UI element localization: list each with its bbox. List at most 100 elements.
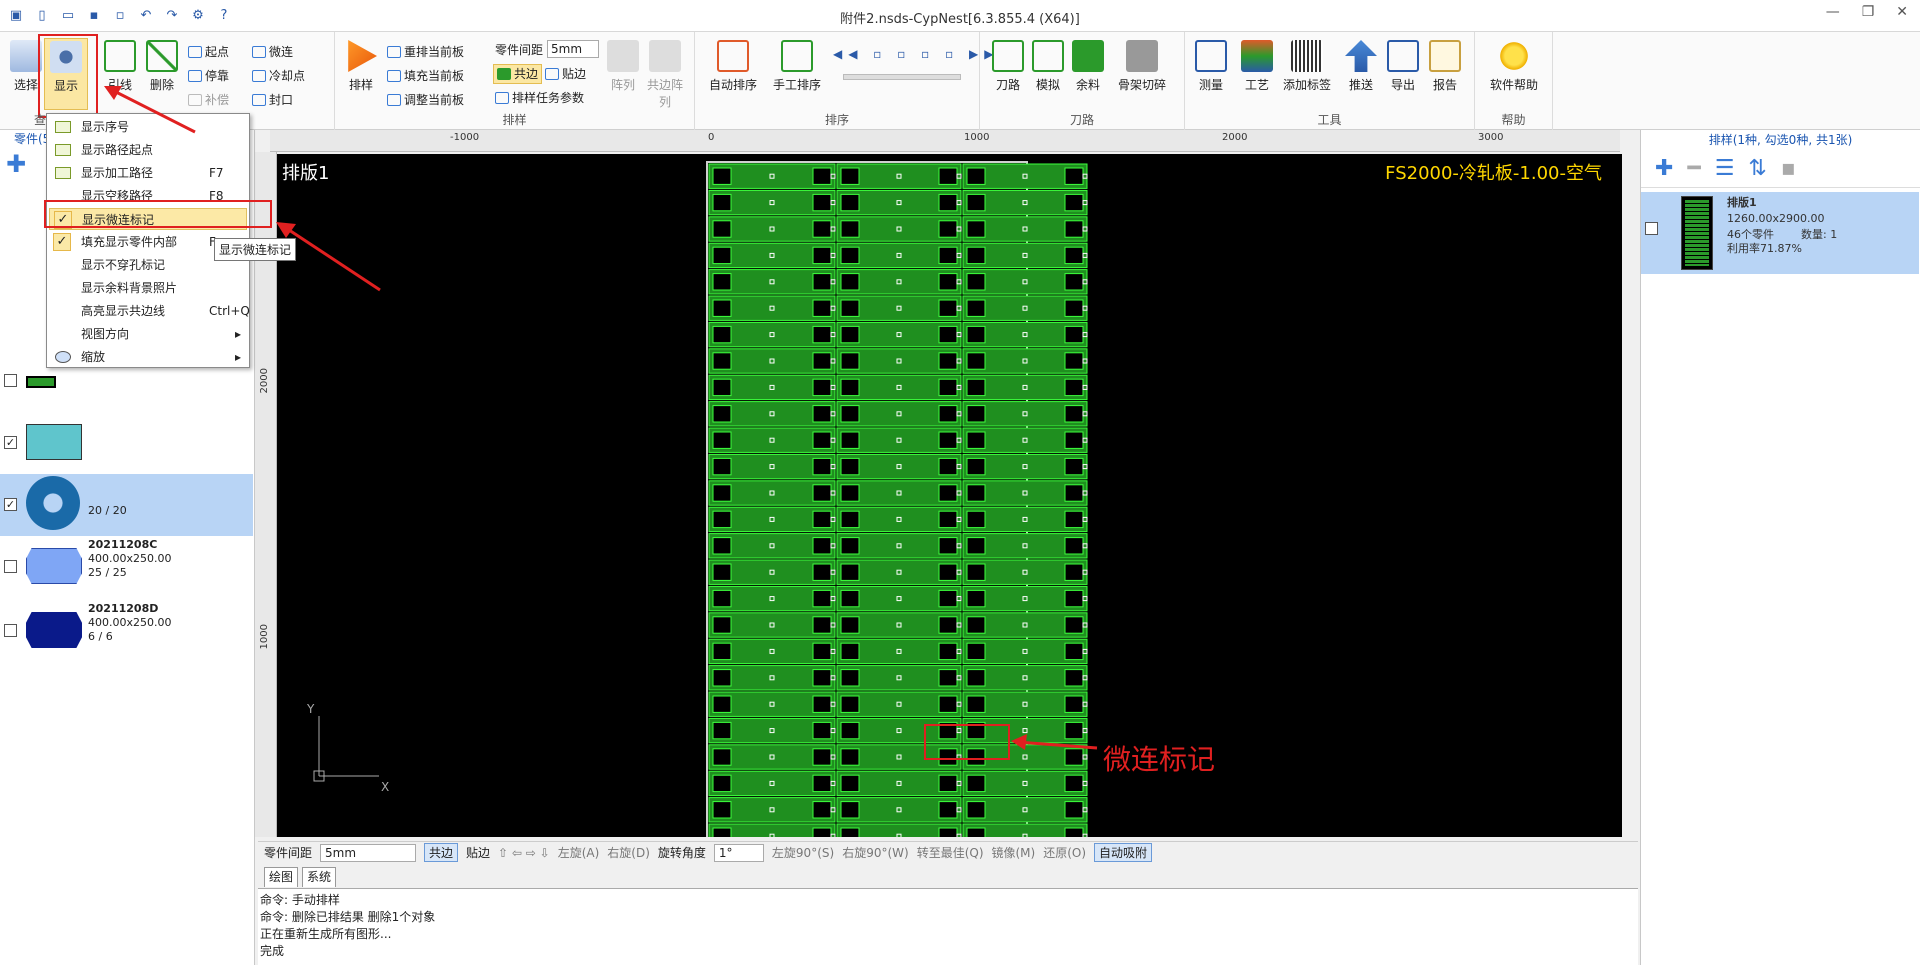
part-hole [840,721,860,740]
menu-item-show-path-start[interactable]: 显示路径起点 [49,139,247,161]
menu-item-view-direction[interactable]: 视图方向 ▸ [49,323,247,345]
part-item[interactable]: 20211208C 400.00x250.00 25 / 25 [0,536,253,598]
craft-button[interactable]: 工艺 [1235,38,1279,110]
measure-button[interactable]: 测量 [1189,38,1233,110]
sort-step-controls[interactable]: ◀◀ ▫ ▫ ▫ ▫ ▶▶ [833,44,1000,64]
save-icon[interactable]: ▪ [1781,156,1796,181]
ruler-icon [1195,40,1227,72]
part-item[interactable]: ✓ [0,412,253,474]
part-checkbox[interactable]: ✓ [4,498,17,511]
lead-button[interactable]: 引线 [98,38,142,110]
part-hole [840,642,860,661]
part-checkbox[interactable] [4,624,17,637]
seal-button[interactable]: 封口 [252,90,293,110]
part-hole [938,484,958,502]
remove-icon[interactable]: ━ [1687,156,1700,181]
part-item[interactable]: 20211208D 400.00x250.00 6 / 6 [0,600,253,662]
export-button[interactable]: 导出 [1381,38,1425,110]
auto-sort-button[interactable]: 自动排序 [703,38,763,110]
part-checkbox[interactable] [4,374,17,387]
menu-item-zoom[interactable]: 缩放 ▸ [49,346,247,368]
adjust-sheet-button[interactable]: 调整当前板 [387,90,464,110]
sort-progress-slider[interactable] [843,74,961,80]
spacing-input[interactable]: 5mm [547,40,599,58]
part-hole [966,537,986,555]
nest-params-button[interactable]: 排样任务参数 [495,88,584,108]
compensate-button[interactable]: 补偿 [188,90,229,110]
common-edge-toggle[interactable]: 共边 [493,64,543,84]
restore-button[interactable]: 还原(O) [1043,844,1086,861]
add-icon[interactable]: ✚ [1655,156,1673,181]
lead-line-icon [104,40,136,72]
rotate-left-90-button[interactable]: 左旋90°(S) [772,844,834,861]
common-array-button[interactable]: 共边阵列 [643,38,687,110]
menu-item-show-remnant-photo[interactable]: 显示余料背景照片 [49,277,247,299]
sort-icon[interactable]: ⇅ [1748,156,1766,181]
rotate-right-button[interactable]: 右旋(D) [607,844,650,861]
add-part-icon[interactable]: ✚ [6,152,26,176]
report-button[interactable]: 报告 [1423,38,1467,110]
play-icon [348,40,377,72]
toolpath-button[interactable]: 刀路 [986,38,1030,110]
part-checkbox[interactable]: ✓ [4,436,17,449]
list-icon[interactable]: ☰ [1715,156,1735,181]
part-hole [712,273,732,291]
reorder-sheet-button[interactable]: 重排当前板 [387,42,464,62]
close-button[interactable]: ✕ [1896,4,1908,20]
auto-snap-toggle[interactable]: 自动吸附 [1094,843,1153,862]
toolpath-icon [992,40,1024,72]
nest-result-item[interactable]: 排版1 1260.00x2900.00 46个零件 数量: 1 利用率71.87… [1641,192,1919,274]
part-hole [938,695,958,713]
part-hole [840,246,860,265]
part-hole [712,299,732,317]
rotation-angle-input[interactable]: 1° [713,843,764,862]
start-point-button[interactable]: 起点 [188,42,229,62]
part-item[interactable]: ✓ 20 / 20 [0,474,253,536]
part-checkbox[interactable] [4,560,17,573]
menu-item-highlight-common-edge[interactable]: 高亮显示共边线 Ctrl+Q [49,300,250,322]
part-hole [1064,405,1084,423]
part-hole [812,827,832,837]
mirror-button[interactable]: 镜像(M) [992,844,1036,861]
canvas-vertical-scrollbar[interactable] [1622,130,1638,837]
barcode-icon [1291,40,1323,72]
menu-item-show-sequence[interactable]: 显示序号 [49,116,247,138]
microjoint-button[interactable]: 微连 [252,42,293,62]
tab-system[interactable]: 系统 [302,867,337,887]
nest-button[interactable]: 排样 [339,38,383,110]
maximize-button[interactable]: ❐ [1862,4,1875,20]
tab-drawing[interactable]: 绘图 [264,867,299,887]
part-hole [840,325,860,344]
rotate-best-button[interactable]: 转至最佳(Q) [917,844,984,861]
stick-edge-toggle[interactable]: 贴边 [545,64,586,84]
simulate-button[interactable]: 模拟 [1026,38,1070,110]
nesting-canvas[interactable]: 排版1 FS2000-冷轧板-1.00-空气 微连标记 Y X [277,154,1622,837]
rotate-left-button[interactable]: 左旋(A) [558,844,600,861]
cooling-point-button[interactable]: 冷却点 [252,66,305,86]
software-help-button[interactable]: 软件帮助 [1483,38,1545,110]
part-hole [840,537,860,555]
fill-sheet-button[interactable]: 填充当前板 [387,66,464,86]
manual-sort-button[interactable]: 手工排序 [767,38,827,110]
remnant-button[interactable]: 余料 [1066,38,1110,110]
stop-button[interactable]: 停靠 [188,66,229,86]
bottom-stick-edge-toggle[interactable]: 贴边 [466,844,490,861]
part-hole [712,589,732,608]
rotate-right-90-button[interactable]: 右旋90°(W) [842,844,909,861]
part-hole [966,695,986,713]
skeleton-cut-button[interactable]: 骨架切碎 [1110,38,1174,110]
delete-button[interactable]: 删除 [140,38,184,110]
part-hole [1064,801,1084,819]
menu-item-show-machining-path[interactable]: 显示加工路径 F7 [49,162,247,184]
bottom-common-edge-toggle[interactable]: 共边 [424,843,459,862]
move-arrows[interactable]: ⇧ ⇦ ⇨ ⇩ [498,846,550,860]
array-button[interactable]: 阵列 [601,38,645,110]
push-button[interactable]: 推送 [1339,38,1383,110]
nest-checkbox[interactable] [1645,222,1658,235]
bottom-spacing-input[interactable]: 5mm [320,843,417,862]
add-label-button[interactable]: 添加标签 [1277,38,1337,110]
minimize-button[interactable]: — [1826,4,1840,20]
layers-icon [1241,40,1273,72]
part-hole [938,616,958,634]
nest-results-header: 排样(1种, 勾选0种, 共1张) [1708,133,1853,147]
